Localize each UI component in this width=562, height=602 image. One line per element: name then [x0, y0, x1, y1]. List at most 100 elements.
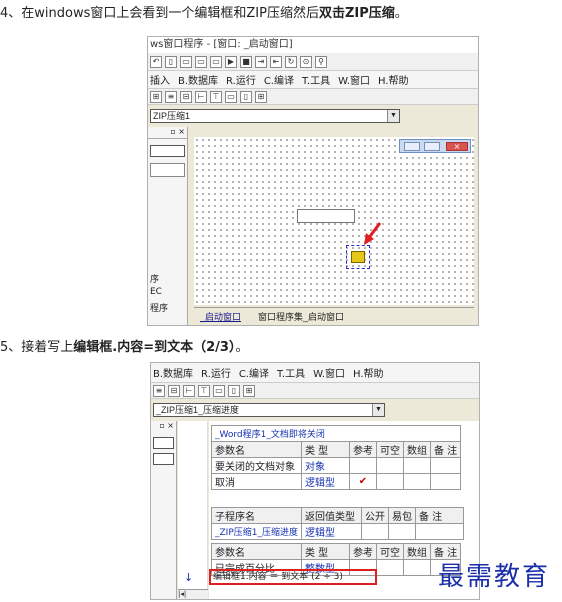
step5-text: 5、接着写上编辑框.内容=到文本（2/3）。	[0, 340, 249, 355]
code-line-highlight[interactable]: 编辑框1.内容 ＝ 到文本 (2 ÷ 3)	[209, 569, 377, 585]
col-header: 子程序名	[211, 507, 302, 524]
scroll-left-icon[interactable]: |◂|	[178, 589, 208, 599]
menu-bar: B.数据库 R.运行 C.编译 T.工具 W.窗口 H.帮助	[151, 363, 479, 383]
menu-item[interactable]: C.编译	[264, 72, 294, 87]
menu-item[interactable]: C.编译	[239, 365, 269, 380]
table-row[interactable]: _ZIP压缩1_压缩进度 逻辑型	[211, 523, 464, 540]
edit-box[interactable]	[297, 209, 355, 223]
arrow-down-icon: ↓	[184, 571, 194, 584]
window-icon[interactable]: ▭	[195, 55, 207, 68]
tab-start-window[interactable]: _启动窗口	[200, 310, 241, 323]
zip-icon	[351, 251, 365, 263]
property-panel: ▫ ×	[151, 421, 177, 599]
align-icon[interactable]: ▯	[228, 384, 240, 397]
tab-window-program-set[interactable]: 窗口程序集_启动窗口	[258, 310, 344, 323]
chevron-down-icon[interactable]: ▼	[372, 404, 384, 416]
stop-icon[interactable]: ■	[240, 55, 252, 68]
panel-combo[interactable]	[153, 453, 174, 465]
align-icon[interactable]: ⊤	[198, 384, 210, 397]
col-header: 类 型	[301, 441, 350, 458]
window-icon[interactable]: ▭	[210, 55, 222, 68]
check-icon: ✔	[349, 473, 377, 490]
col-header: 参考	[349, 543, 377, 560]
ide-screenshot-2: B.数据库 R.运行 C.编译 T.工具 W.窗口 H.帮助 ≡ ⊟ ⊢ ⊤ ▭…	[150, 362, 480, 600]
panel-combo[interactable]	[153, 437, 174, 449]
break-icon[interactable]: ⊙	[300, 55, 312, 68]
run-icon[interactable]: ▶	[225, 55, 237, 68]
step-icon[interactable]: ↻	[285, 55, 297, 68]
align-icon[interactable]: ▭	[213, 384, 225, 397]
menu-item[interactable]: T.工具	[302, 72, 330, 87]
col-header: 可空	[376, 441, 404, 458]
code-line: 编辑框1.内容 ＝ 到文本 (2 ÷ 3)	[213, 572, 343, 582]
col-header: 公开	[361, 507, 389, 524]
step-icon[interactable]: ⇤	[270, 55, 282, 68]
binoculars-icon[interactable]: ⚲	[315, 55, 327, 68]
menu-item[interactable]: B.数据库	[153, 365, 193, 380]
menu-item[interactable]: H.帮助	[378, 72, 409, 87]
col-header: 可空	[376, 543, 404, 560]
menu-bar: 插入 B.数据库 R.运行 C.编译 T.工具 W.窗口 H.帮助	[148, 71, 478, 89]
close-icon[interactable]: ▫ ×	[151, 421, 176, 433]
window-title: ws窗口程序 - [窗口: _启动窗口]	[148, 37, 478, 53]
align-icon[interactable]: ≡	[165, 90, 177, 103]
subroutine-table: 子程序名 返回值类型 公开 易包 备 注 _ZIP压缩1_压缩进度 逻辑型	[211, 507, 464, 540]
col-header: 参数名	[211, 441, 302, 458]
undo-icon[interactable]: ↶	[150, 55, 162, 68]
code-gutter: ↓	[178, 421, 208, 599]
maximize-icon[interactable]	[424, 142, 440, 151]
menu-item[interactable]: W.窗口	[313, 365, 345, 380]
align-toolbar: ≡ ⊟ ⊢ ⊤ ▭ ▯ ⊞	[151, 383, 479, 399]
col-header: 返回值类型	[301, 507, 362, 524]
find-icon[interactable]: ▯	[165, 55, 177, 68]
align-icon[interactable]: ▯	[240, 90, 252, 103]
align-icon[interactable]: ⊟	[168, 384, 180, 397]
col-header: 易包	[388, 507, 416, 524]
col-header: 参考	[349, 441, 377, 458]
panel-field[interactable]	[150, 163, 185, 177]
step4-text: 4、在windows窗口上会看到一个编辑框和ZIP压缩然后双击ZIP压缩。	[0, 6, 408, 21]
window-icon[interactable]: ▭	[180, 55, 192, 68]
col-header: 备 注	[429, 441, 462, 458]
panel-combo[interactable]	[150, 145, 185, 157]
align-icon[interactable]: ▭	[225, 90, 237, 103]
close-icon[interactable]: ×	[446, 142, 468, 151]
ide-screenshot-1: ws窗口程序 - [窗口: _启动窗口] ↶ ▯ ▭ ▭ ▭ ▶ ■ ⇥ ⇤ ↻…	[147, 36, 479, 326]
menu-item[interactable]: H.帮助	[353, 365, 384, 380]
minimize-icon[interactable]	[404, 142, 420, 151]
grid-icon[interactable]: ⊞	[255, 90, 267, 103]
component-selector[interactable]: ZIP压缩1 ▼	[150, 109, 400, 123]
align-icon[interactable]: ⊞	[150, 90, 162, 103]
step-icon[interactable]: ⇥	[255, 55, 267, 68]
event-title: _Word程序1_文档即将关闭	[210, 425, 462, 442]
property-label: 序	[150, 275, 160, 285]
menu-item[interactable]: W.窗口	[338, 72, 370, 87]
col-header: 数组	[403, 543, 431, 560]
col-header: 数组	[403, 441, 431, 458]
property-label: EC	[150, 287, 162, 297]
property-panel: ▫ × 序 EC 程序	[148, 127, 188, 325]
align-icon[interactable]: ⊢	[183, 384, 195, 397]
align-icon[interactable]: ⊢	[195, 90, 207, 103]
close-icon[interactable]: ▫ ×	[148, 127, 187, 139]
tab-bar: _启动窗口 窗口程序集_启动窗口	[194, 307, 474, 323]
align-icon[interactable]: ⊟	[180, 90, 192, 103]
menu-item[interactable]: R.运行	[201, 365, 231, 380]
table-row[interactable]: 取消 逻辑型 ✔	[211, 473, 462, 490]
grid-icon[interactable]: ⊞	[243, 384, 255, 397]
subroutine-selector[interactable]: _ZIP压缩1_压缩进度 ▼	[153, 403, 385, 417]
red-arrow-icon	[364, 222, 382, 245]
menu-item[interactable]: T.工具	[277, 365, 305, 380]
toolbar: ↶ ▯ ▭ ▭ ▭ ▶ ■ ⇥ ⇤ ↻ ⊙ ⚲	[148, 53, 478, 71]
align-icon[interactable]: ⊤	[210, 90, 222, 103]
menu-item[interactable]: R.运行	[226, 72, 256, 87]
menu-item[interactable]: 插入	[150, 72, 170, 87]
chevron-down-icon[interactable]: ▼	[387, 110, 399, 122]
col-header: 备 注	[415, 507, 464, 524]
zip-component[interactable]	[346, 245, 370, 269]
table-row[interactable]: 要关闭的文档对象 对象	[211, 457, 462, 474]
align-icon[interactable]: ≡	[153, 384, 165, 397]
watermark: 最需教育	[438, 562, 551, 592]
menu-item[interactable]: B.数据库	[178, 72, 218, 87]
form-design-canvas[interactable]: ×	[194, 137, 474, 305]
